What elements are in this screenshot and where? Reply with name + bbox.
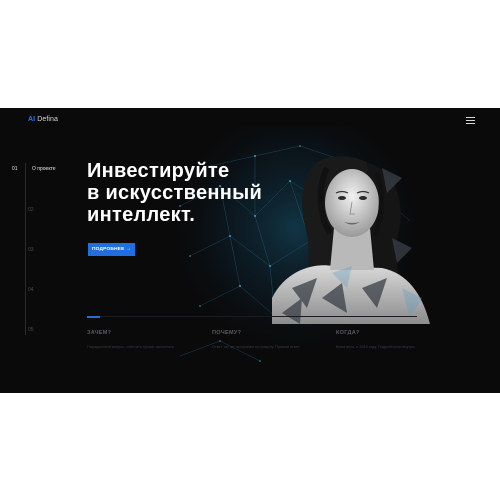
- more-button[interactable]: ПОДРОБНЕЕ →: [88, 243, 135, 256]
- pager-item-02[interactable]: 02: [28, 207, 34, 213]
- hamburger-menu-icon[interactable]: [466, 117, 475, 124]
- hero-title-line-1: Инвестируйте: [87, 160, 230, 182]
- info-column-when: КОГДА? Всем весь, в 2019 году. Подробнос…: [336, 330, 446, 349]
- info-column-heading: ЗАЧЕМ?: [87, 330, 112, 336]
- hero-section: AI Defina 01 О проекте 02 03 04 05 Инвес…: [0, 108, 500, 393]
- info-column-heading: КОГДА?: [336, 330, 360, 336]
- info-column-text: Всем весь, в 2019 году. Подробности внут…: [336, 345, 416, 349]
- logo[interactable]: AI Defina: [28, 116, 58, 123]
- info-column-reason: ПОЧЕМУ? Ответ так же прозрачен по смыслу…: [212, 330, 322, 349]
- slide-progress-bar: [87, 315, 417, 318]
- pager-item-01[interactable]: 01: [12, 166, 18, 172]
- hero-title: Инвестируйте в искусственный интеллект.: [87, 160, 262, 226]
- info-column-text: Ответ так же прозрачен по смыслу. Прямой…: [212, 345, 301, 349]
- info-column-text: Парадоксный вопрос, ответить лучше, проч…: [87, 345, 175, 349]
- pager-line: [25, 163, 26, 335]
- pager-item-05[interactable]: 05: [28, 327, 34, 333]
- info-column-why: ЗАЧЕМ? Парадоксный вопрос, ответить лучш…: [87, 330, 197, 349]
- slide-pager: 01 О проекте 02 03 04 05: [10, 163, 60, 343]
- pager-item-04[interactable]: 04: [28, 287, 34, 293]
- pager-item-01-label[interactable]: О проекте: [32, 166, 56, 172]
- hero-title-line-3: интеллект.: [87, 204, 196, 226]
- pager-item-03[interactable]: 03: [28, 247, 34, 253]
- info-column-heading: ПОЧЕМУ?: [212, 330, 242, 336]
- portrait-image: [272, 156, 430, 324]
- logo-ai-mark: AI: [28, 116, 36, 123]
- logo-name: Defina: [37, 116, 59, 123]
- hero-title-line-2: в искусственный: [87, 182, 263, 204]
- slide-progress-fill: [87, 315, 101, 318]
